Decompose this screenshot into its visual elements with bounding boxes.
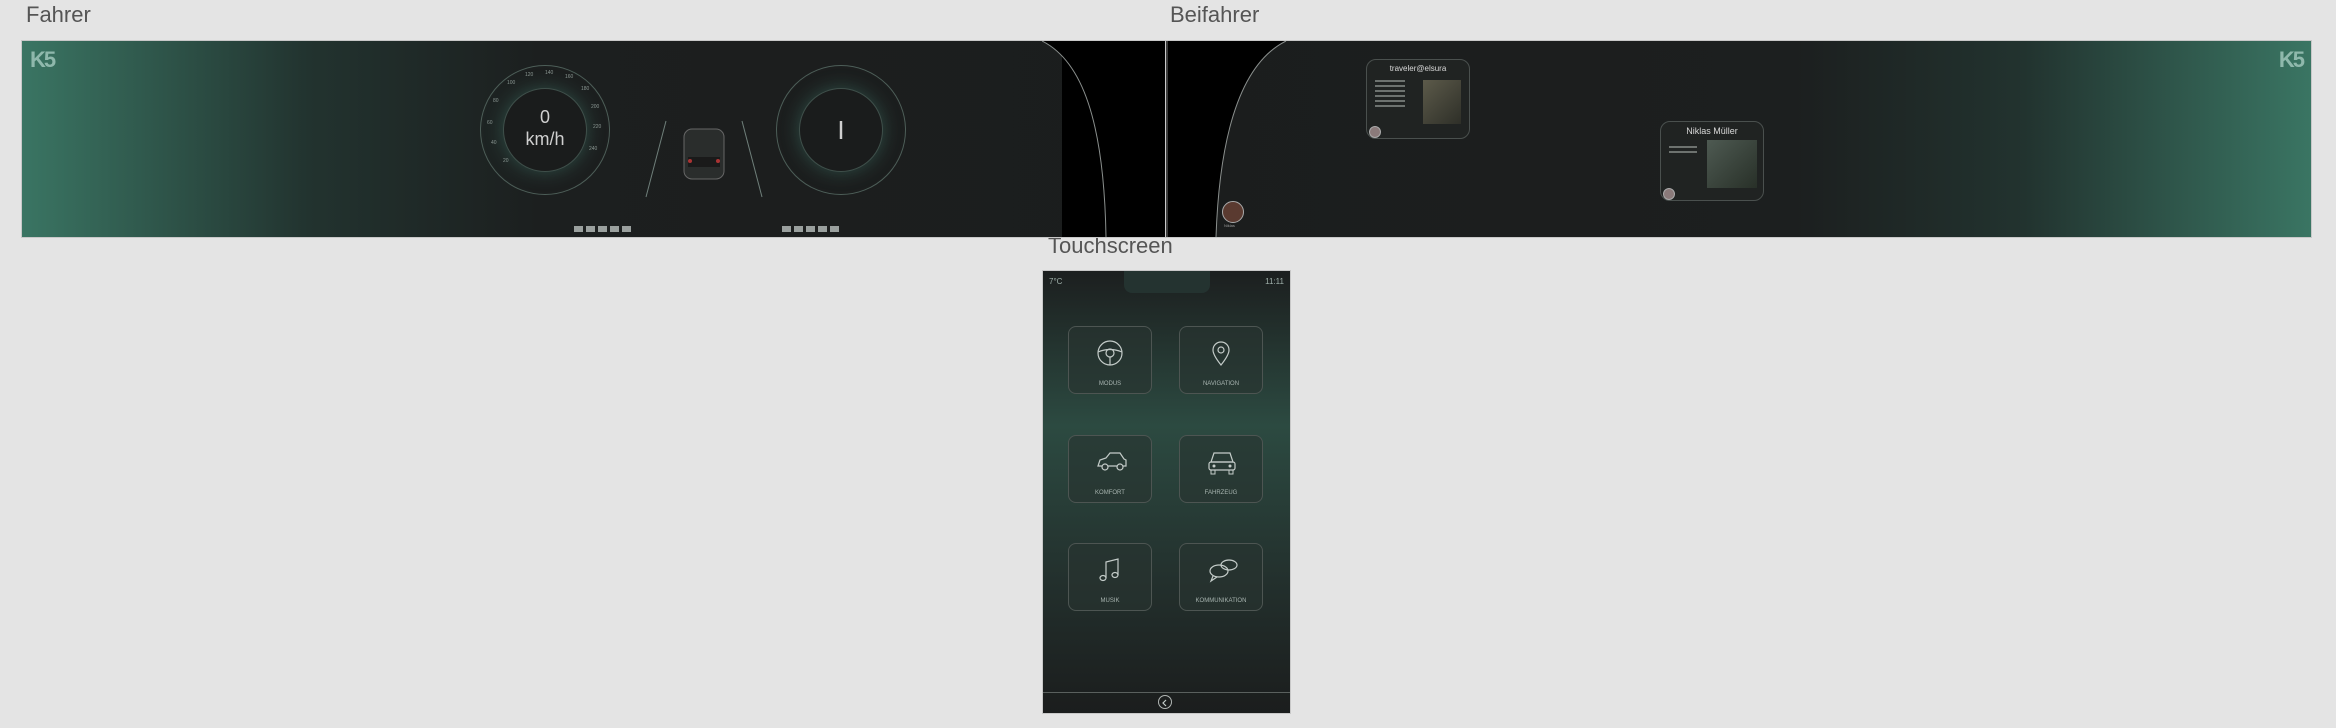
gear-indicator: I <box>837 115 845 145</box>
tile-komfort[interactable]: KOMFORT <box>1068 435 1152 503</box>
tile-label: MUSIK <box>1100 598 1120 604</box>
brand-logo: K5 <box>2278 47 2305 72</box>
car-side-icon <box>1097 452 1127 471</box>
speed-tick: 160 <box>565 74 574 80</box>
frame-label-driver: Fahrer <box>26 2 91 27</box>
car-front-icon <box>1208 452 1236 475</box>
speed-value: 0 <box>539 107 550 127</box>
avatar <box>1369 126 1381 138</box>
avatar <box>1663 188 1675 200</box>
speed-tick: 100 <box>507 80 516 86</box>
card-text <box>1375 80 1405 110</box>
driver-display: K5 0 km/h 20 40 60 80 100 120 140 160 18… <box>21 40 1167 238</box>
speed-tick: 140 <box>545 70 554 76</box>
speed-tick: 200 <box>591 104 600 110</box>
speed-tick: 40 <box>491 140 497 146</box>
speed-unit: km/h <box>525 129 565 149</box>
brand-logo: K5 <box>30 47 56 72</box>
tile-kommunikation[interactable]: KOMMUNIKATION <box>1179 543 1263 611</box>
touchscreen-display: 7°C 11:11 MODUS NAVIGATION KOMFORT FAHRZ… <box>1042 270 1291 714</box>
tile-label: KOMFORT <box>1095 490 1125 496</box>
status-strip-right <box>782 226 839 232</box>
tile-label: NAVIGATION <box>1202 381 1240 387</box>
chat-bubbles-icon <box>1209 559 1238 583</box>
clock: 11:11 <box>1265 277 1284 286</box>
chevron-left-icon <box>1162 699 1167 707</box>
tile-fahrzeug[interactable]: FAHRZEUG <box>1179 435 1263 503</box>
speed-tick: 20 <box>503 158 509 164</box>
steering-wheel-icon <box>1097 340 1123 366</box>
speed-tick: 80 <box>493 98 499 104</box>
tile-label: FAHRZEUG <box>1204 490 1238 496</box>
frame-label-passenger: Beifahrer <box>1170 2 1260 27</box>
card-photo <box>1423 80 1461 124</box>
car-rear-icon <box>645 120 763 198</box>
contact-card[interactable]: Niklas Müller <box>1660 121 1764 201</box>
tile-modus[interactable]: MODUS <box>1068 326 1152 394</box>
tile-navigation[interactable]: NAVIGATION <box>1179 326 1263 394</box>
speed-tick: 220 <box>593 124 602 130</box>
passenger-display: K5 traveler@elsura Niklas Müller Niklas <box>1165 40 2312 238</box>
display-curve <box>1042 41 1166 237</box>
tile-musik[interactable]: MUSIK <box>1068 543 1152 611</box>
social-post-card[interactable]: traveler@elsura <box>1366 59 1470 139</box>
card-text <box>1669 146 1697 156</box>
gear-gauge: I <box>776 65 906 195</box>
tile-label: KOMMUNIKATION <box>1195 598 1247 604</box>
speed-tick: 60 <box>487 120 493 126</box>
contact-name: Niklas Müller <box>1686 126 1738 136</box>
status-strip-left <box>574 226 631 232</box>
speed-tick: 180 <box>581 86 590 92</box>
screen-notch <box>1124 271 1210 293</box>
tile-label: MODUS <box>1098 381 1122 387</box>
speed-tick: 120 <box>525 72 534 78</box>
user-avatar[interactable] <box>1222 201 1244 223</box>
card-photo <box>1707 140 1757 188</box>
music-note-icon <box>1099 558 1119 582</box>
back-button[interactable] <box>1158 695 1172 709</box>
speed-tick: 240 <box>589 146 598 152</box>
speedometer-gauge: 0 km/h 20 40 60 80 100 120 140 160 180 2… <box>480 65 610 195</box>
temperature-readout: 7°C <box>1049 277 1063 286</box>
user-avatar-label: Niklas <box>1224 223 1235 228</box>
card-title: traveler@elsura <box>1389 64 1447 73</box>
map-pin-icon <box>1212 341 1230 366</box>
